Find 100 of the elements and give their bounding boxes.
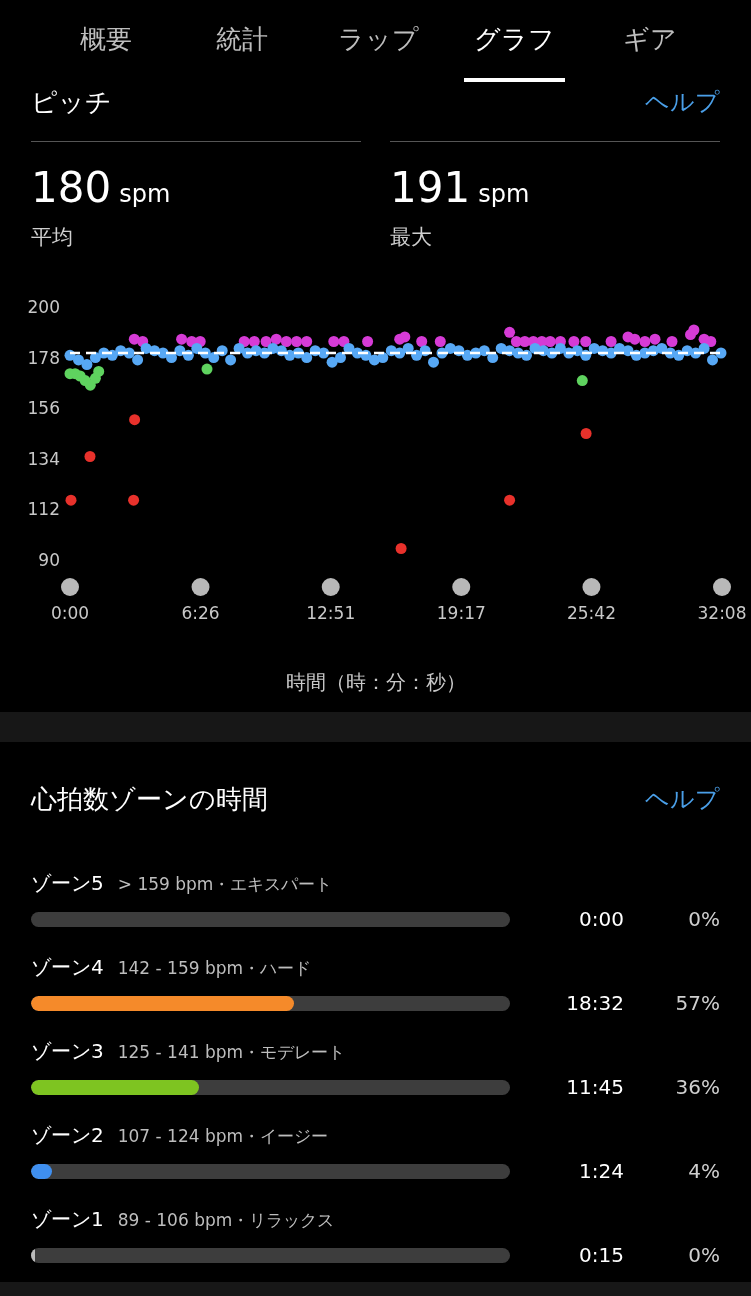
data-point xyxy=(402,342,414,354)
data-point xyxy=(576,375,588,387)
axis-tick-marker xyxy=(582,578,601,596)
data-point xyxy=(174,345,186,357)
data-point xyxy=(64,349,76,361)
data-point xyxy=(377,352,389,364)
data-point xyxy=(521,349,532,361)
data-point xyxy=(622,345,634,357)
data-point xyxy=(444,342,456,354)
zone-percent: 0% xyxy=(687,907,720,931)
tab[interactable]: グラフ xyxy=(463,0,565,82)
axis-tick-marker xyxy=(321,578,340,596)
data-point xyxy=(166,352,177,364)
data-point xyxy=(568,336,580,347)
zone-time: 18:32 xyxy=(565,991,624,1015)
data-point xyxy=(571,345,583,357)
zone-time: 0:15 xyxy=(578,1243,624,1267)
data-point xyxy=(260,336,272,347)
zone-name: ゾーン3 xyxy=(31,1038,104,1065)
zone-percent: 4% xyxy=(687,1159,720,1183)
data-point xyxy=(81,359,93,370)
zone-percent: 57% xyxy=(674,991,720,1015)
axis-label: 19:17 xyxy=(436,603,486,623)
stat-unit: spm xyxy=(478,179,530,210)
zone-range: 89 - 106 bpm・リラックス xyxy=(117,1209,335,1232)
data-point xyxy=(629,333,641,345)
zone-range: > 159 bpm・エキスパート xyxy=(117,873,333,896)
data-point xyxy=(580,428,592,439)
data-point xyxy=(416,336,428,347)
section-title: ピッチ xyxy=(31,86,112,119)
data-point xyxy=(385,345,397,357)
data-point xyxy=(65,494,77,506)
data-point xyxy=(208,352,220,364)
data-point xyxy=(270,333,282,345)
data-point xyxy=(225,354,237,366)
data-point xyxy=(233,342,245,354)
stat-unit: spm xyxy=(119,179,171,210)
axis-tick-marker xyxy=(191,578,210,596)
axis-label: 32:08 xyxy=(697,603,747,623)
data-point xyxy=(537,345,549,357)
data-point xyxy=(504,494,516,506)
tab[interactable]: ギア xyxy=(613,0,687,82)
data-point xyxy=(199,347,211,359)
data-point xyxy=(280,336,292,347)
axis-label: 200 xyxy=(27,297,60,317)
data-point xyxy=(554,342,566,354)
data-point xyxy=(360,349,372,361)
zone-percent: 36% xyxy=(674,1075,720,1099)
zone-time: 0:00 xyxy=(578,907,624,931)
axis-label: 112 xyxy=(27,499,60,520)
data-point xyxy=(191,342,203,354)
stat-label: 最大 xyxy=(390,224,433,251)
help-link[interactable]: ヘルプ xyxy=(645,783,720,815)
help-link[interactable]: ヘルプ xyxy=(645,84,720,120)
zone-time: 1:24 xyxy=(578,1159,624,1183)
data-point xyxy=(639,336,651,347)
axis-label: 134 xyxy=(27,448,60,469)
zone-name: ゾーン4 xyxy=(31,954,104,981)
axis-label: 156 xyxy=(27,398,60,419)
data-point xyxy=(656,342,668,354)
data-point xyxy=(495,342,507,354)
data-point xyxy=(649,333,661,345)
axis-tick-marker xyxy=(452,578,471,596)
data-point xyxy=(301,352,313,364)
axis-label: 6:26 xyxy=(181,603,220,623)
data-point xyxy=(698,342,710,354)
tab[interactable]: 概要 xyxy=(70,0,142,82)
axis-label: 12:51 xyxy=(306,603,356,623)
data-point xyxy=(673,349,685,361)
data-point xyxy=(395,543,407,554)
data-point xyxy=(715,347,727,359)
data-point xyxy=(328,336,340,347)
data-point xyxy=(157,347,169,359)
data-point xyxy=(123,347,135,359)
data-point xyxy=(666,336,678,347)
axis-title: 時間（時：分：秒） xyxy=(285,670,466,694)
zone-name: ゾーン1 xyxy=(31,1206,104,1233)
data-point xyxy=(461,349,473,361)
zone-time: 11:45 xyxy=(565,1075,624,1099)
tab[interactable]: ラップ xyxy=(327,0,429,82)
data-point xyxy=(176,333,188,345)
data-point xyxy=(605,336,617,347)
data-point xyxy=(512,347,524,359)
axis-tick-marker xyxy=(61,578,79,596)
data-point xyxy=(428,356,439,368)
data-point xyxy=(84,451,96,462)
zone-name: ゾーン2 xyxy=(31,1122,104,1149)
axis-label: 90 xyxy=(38,550,60,570)
tab[interactable]: 統計 xyxy=(206,0,278,82)
data-point xyxy=(89,352,101,364)
data-point xyxy=(705,336,717,347)
data-point xyxy=(292,347,304,359)
data-point xyxy=(362,336,374,347)
data-point xyxy=(399,331,411,343)
section-title: 心拍数ゾーンの時間 xyxy=(31,782,268,816)
data-point xyxy=(291,336,303,347)
data-point xyxy=(630,349,642,361)
axis-label: 178 xyxy=(27,347,60,368)
stat-label: 平均 xyxy=(31,224,74,251)
zone-name: ゾーン5 xyxy=(31,870,104,897)
